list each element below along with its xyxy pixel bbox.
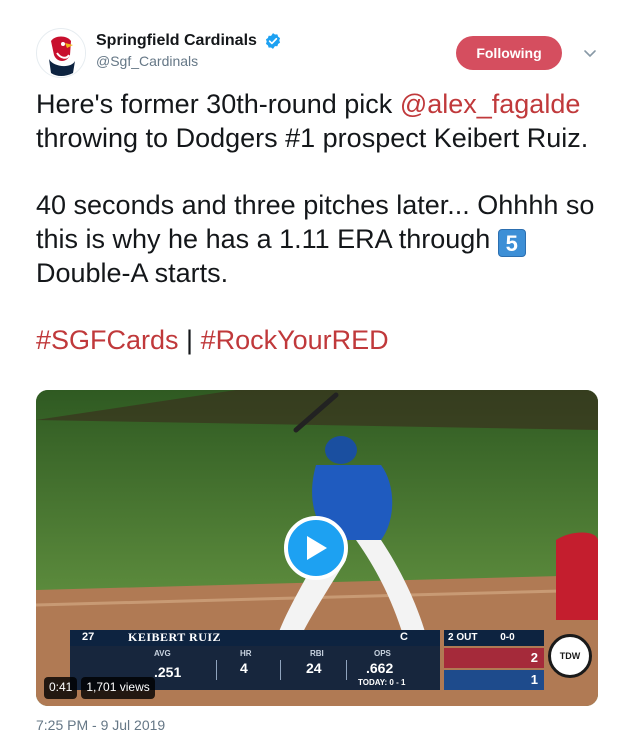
keycap-five-emoji: 5 (497, 228, 526, 257)
player-name: KEIBERT RUIZ (128, 630, 222, 644)
verified-badge-icon (266, 33, 281, 49)
hashtag-sgfcards-link[interactable]: #SGFCards (36, 325, 179, 355)
mention-link[interactable]: @alex_fagalde (400, 89, 581, 119)
tweet-paragraph-1: Here's former 30th-round pick @alex_faga… (36, 88, 598, 155)
tweet-header: Springfield Cardinals @Sgf_Cardinals Fol… (36, 24, 602, 80)
display-name[interactable]: Springfield Cardinals (96, 32, 257, 50)
chevron-down-icon[interactable] (581, 44, 599, 62)
hashtag-rockyourred-link[interactable]: #RockYourRED (201, 325, 389, 355)
tweet-text-segment: Here's former 30th-round pick (36, 89, 400, 119)
tdw-logo-icon: TDW (548, 634, 592, 678)
cardinal-logo-icon[interactable] (36, 28, 86, 78)
tweet-text: Here's former 30th-round pick @alex_faga… (36, 88, 598, 358)
tdw-label: TDW (559, 651, 581, 661)
player-position: C (400, 631, 408, 643)
account-handle[interactable]: @Sgf_Cardinals (96, 53, 282, 69)
stat-label-rbi: RBI (310, 649, 324, 658)
tweet-hashtags: #SGFCards | #RockYourRED (36, 324, 598, 358)
hashtag-separator: | (178, 325, 201, 355)
outs-count: 2 OUT 0-0 (444, 630, 544, 646)
tweet-text-segment: throwing to Dodgers #1 prospect Keibert … (36, 122, 589, 153)
player-number: 27 (82, 631, 95, 643)
play-button[interactable] (284, 516, 348, 580)
stat-label-hr: HR (240, 649, 252, 658)
today-stat: TODAY: 0 - 1 (358, 678, 406, 687)
stat-label-avg: AVG (154, 649, 171, 658)
home-team-row: 2 (444, 648, 544, 668)
stat-label-ops: OPS (374, 649, 391, 658)
stat-value-ops: .662 (366, 660, 394, 676)
tweet-text-segment: Double-A starts. (36, 257, 229, 288)
account-names[interactable]: Springfield Cardinals @Sgf_Cardinals (96, 32, 282, 69)
outs-text: 2 OUT (448, 632, 478, 643)
away-score: 1 (530, 672, 538, 687)
away-team-row: 1 (444, 670, 544, 690)
video-views: 1,701 views (81, 677, 155, 699)
video-duration: 0:41 (44, 677, 78, 699)
stat-value-avg: .251 (154, 664, 182, 680)
play-icon (307, 536, 327, 560)
game-score-panel: 2 OUT 0-0 2 1 (444, 630, 544, 690)
video-meta: 0:41 1,701 views (44, 677, 155, 699)
stat-value-hr: 4 (240, 660, 248, 676)
tweet-timestamp[interactable]: 7:25 PM - 9 Jul 2019 (36, 717, 165, 733)
ball-strike-count: 0-0 (500, 632, 515, 643)
tweet-paragraph-2: 40 seconds and three pitches later... Oh… (36, 189, 598, 290)
stat-value-rbi: 24 (306, 660, 322, 676)
home-score: 2 (530, 650, 538, 665)
video-player[interactable]: 27 KEIBERT RUIZ C AVG HR RBI OPS .251 4 … (36, 390, 598, 706)
following-button[interactable]: Following (456, 36, 562, 70)
